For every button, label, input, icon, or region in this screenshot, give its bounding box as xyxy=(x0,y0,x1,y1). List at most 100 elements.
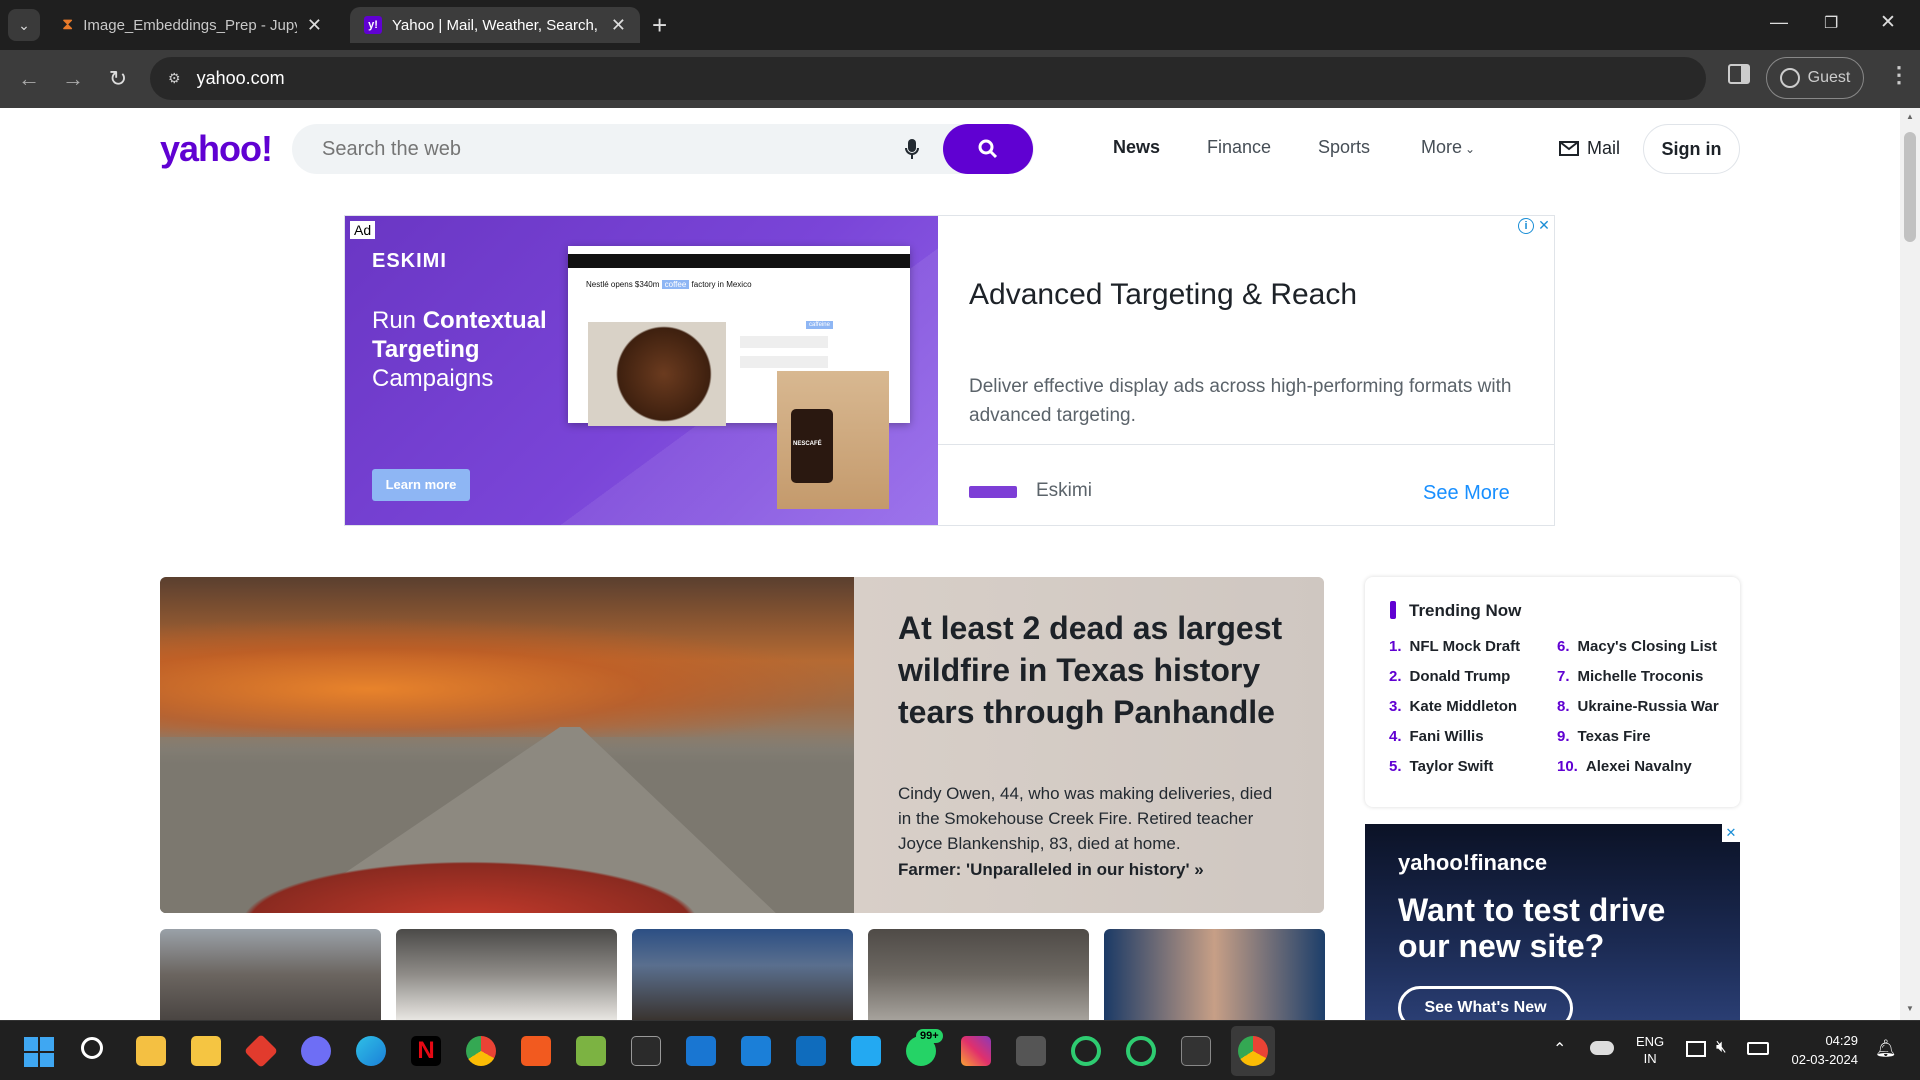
vscode-icon[interactable] xyxy=(851,1036,881,1066)
app-icon[interactable] xyxy=(1071,1036,1101,1066)
search-button[interactable] xyxy=(943,124,1033,174)
scrollbar-thumb[interactable] xyxy=(1904,132,1916,242)
nescafe-image: NESCAFÉ xyxy=(777,371,889,509)
close-window-icon[interactable]: ✕ xyxy=(1880,11,1896,34)
brave-icon[interactable] xyxy=(521,1036,551,1066)
nav-finance[interactable]: Finance xyxy=(1207,137,1271,158)
search-input[interactable] xyxy=(322,136,882,162)
ad-text-panel[interactable]: i ✕ Advanced Targeting & Reach Deliver e… xyxy=(938,216,1554,525)
terminal-icon[interactable] xyxy=(1181,1036,1211,1066)
story-thumbnail[interactable] xyxy=(160,929,381,1020)
trending-item[interactable]: 2. Donald Trump xyxy=(1389,668,1510,685)
edge-icon[interactable] xyxy=(356,1036,386,1066)
yahoo-logo[interactable]: yahoo! xyxy=(160,128,273,170)
clock[interactable]: 04:29 02-03-2024 xyxy=(1783,1031,1859,1069)
see-whats-new-button[interactable]: See What's New xyxy=(1398,986,1573,1020)
ad-creative[interactable]: Ad ESKIMI Run Contextual Targeting Campa… xyxy=(345,216,938,525)
trending-item[interactable]: 8. Ukraine-Russia War xyxy=(1557,698,1719,715)
hero-related-link[interactable]: Farmer: 'Unparalleled in our history' » xyxy=(898,860,1204,880)
learn-more-button[interactable]: Learn more xyxy=(372,469,470,501)
wildfire-image[interactable] xyxy=(160,577,854,913)
terminal-icon[interactable] xyxy=(631,1036,661,1066)
story-thumbnail[interactable] xyxy=(396,929,617,1020)
chrome-active-icon[interactable] xyxy=(1231,1026,1275,1076)
trending-item[interactable]: 9. Texas Fire xyxy=(1557,728,1651,745)
chevron-up-icon[interactable]: ⌃ xyxy=(1553,1039,1566,1059)
microphone-icon[interactable] xyxy=(904,138,920,160)
app-icon[interactable] xyxy=(1126,1036,1156,1066)
ad-close-icon[interactable]: ✕ xyxy=(1722,824,1740,842)
network-icon[interactable] xyxy=(1686,1041,1706,1057)
story-thumbnail[interactable] xyxy=(632,929,853,1020)
tab-search-button[interactable]: ⌄ xyxy=(8,9,40,41)
widgets-icon[interactable] xyxy=(136,1036,166,1066)
search-icon[interactable] xyxy=(81,1037,103,1059)
notification-bell-icon[interactable]: 🔔︎ xyxy=(1875,1039,1897,1059)
nav-more[interactable]: More ⌄ xyxy=(1421,137,1475,158)
instagram-icon[interactable] xyxy=(961,1036,991,1066)
story-thumbnail[interactable] xyxy=(1104,929,1325,1020)
outlook-icon[interactable] xyxy=(796,1036,826,1066)
trending-item[interactable]: 5. Taylor Swift xyxy=(1389,758,1493,775)
scroll-up-icon[interactable]: ▲ xyxy=(1906,112,1914,121)
prime-video-icon[interactable] xyxy=(741,1036,771,1066)
yahoo-finance-ad[interactable]: ✕ yahoo!finance Want to test drive our n… xyxy=(1365,824,1740,1020)
profile-button[interactable]: Guest xyxy=(1766,57,1864,99)
trending-item[interactable]: 6. Macy's Closing List xyxy=(1557,638,1717,655)
site-info-icon[interactable]: ⚙ xyxy=(168,70,181,87)
trending-rank: 8. xyxy=(1557,698,1570,715)
see-more-link[interactable]: See More xyxy=(1423,482,1510,505)
side-panel-icon[interactable] xyxy=(1728,64,1750,84)
nav-sports[interactable]: Sports xyxy=(1318,137,1370,158)
search-box[interactable] xyxy=(292,124,1034,174)
close-tab-icon[interactable]: ✕ xyxy=(611,15,626,36)
app-icon[interactable] xyxy=(686,1036,716,1066)
mail-link[interactable]: Mail xyxy=(1559,138,1620,159)
trending-accent xyxy=(1390,601,1396,619)
app-icon[interactable] xyxy=(1016,1036,1046,1066)
display-ad[interactable]: Ad ESKIMI Run Contextual Targeting Campa… xyxy=(344,215,1555,526)
windows-start-icon[interactable] xyxy=(24,1037,54,1067)
netflix-icon[interactable]: N xyxy=(411,1036,441,1066)
new-tab-button[interactable]: + xyxy=(652,10,667,41)
trending-item[interactable]: 7. Michelle Troconis xyxy=(1557,668,1703,685)
language-indicator[interactable]: ENG IN xyxy=(1636,1033,1664,1067)
trending-item[interactable]: 10. Alexei Navalny xyxy=(1557,758,1692,775)
sign-in-button[interactable]: Sign in xyxy=(1643,124,1740,174)
hero-headline[interactable]: At least 2 dead as largest wildfire in T… xyxy=(898,607,1288,733)
ad-info-icon[interactable]: i xyxy=(1518,218,1534,234)
nav-news[interactable]: News xyxy=(1113,137,1160,158)
chrome-icon[interactable] xyxy=(466,1036,496,1066)
address-bar[interactable]: ⚙ yahoo.com xyxy=(150,57,1706,100)
tagline-run: Run xyxy=(372,307,417,334)
ad-title[interactable]: Advanced Targeting & Reach xyxy=(969,278,1357,312)
trending-item[interactable]: 1. NFL Mock Draft xyxy=(1389,638,1520,655)
file-explorer-icon[interactable] xyxy=(191,1036,221,1066)
close-tab-icon[interactable]: ✕ xyxy=(307,15,322,36)
trending-item[interactable]: 4. Fani Willis xyxy=(1389,728,1484,745)
fire-glow xyxy=(160,617,854,737)
forward-arrow-icon[interactable]: → xyxy=(58,64,88,94)
app-icon[interactable] xyxy=(244,1034,278,1068)
back-arrow-icon[interactable]: ← xyxy=(14,64,44,94)
volume-muted-icon[interactable]: 🔇︎ xyxy=(1716,1037,1727,1057)
trending-title: Trending Now xyxy=(1409,601,1522,620)
trending-item[interactable]: 3. Kate Middleton xyxy=(1389,698,1517,715)
ad-close-icon[interactable]: ✕ xyxy=(1536,217,1552,234)
scrollbar[interactable]: ▲ ▼ xyxy=(1900,108,1920,1020)
app-icon[interactable] xyxy=(576,1036,606,1066)
menu-kebab-icon[interactable]: ⋮ xyxy=(1888,62,1910,88)
minimize-icon[interactable]: — xyxy=(1770,12,1788,33)
tab-jupyter[interactable]: ⧗ Image_Embeddings_Prep - Jupyter ✕ xyxy=(48,7,336,43)
toolbar: ← → ↻ ⚙ yahoo.com Guest ⋮ xyxy=(0,50,1920,108)
cloud-icon[interactable] xyxy=(1590,1041,1614,1055)
nav-more-label: More xyxy=(1421,137,1463,157)
restore-icon[interactable]: ❐ xyxy=(1824,13,1838,33)
reload-icon[interactable]: ↻ xyxy=(103,64,133,94)
hero-story[interactable]: At least 2 dead as largest wildfire in T… xyxy=(160,577,1324,913)
story-thumbnail[interactable] xyxy=(868,929,1089,1020)
app-icon[interactable] xyxy=(301,1036,331,1066)
battery-icon[interactable] xyxy=(1747,1042,1769,1055)
tab-yahoo[interactable]: y! Yahoo | Mail, Weather, Search, Politi… xyxy=(350,7,640,43)
scroll-down-icon[interactable]: ▼ xyxy=(1906,1004,1914,1013)
